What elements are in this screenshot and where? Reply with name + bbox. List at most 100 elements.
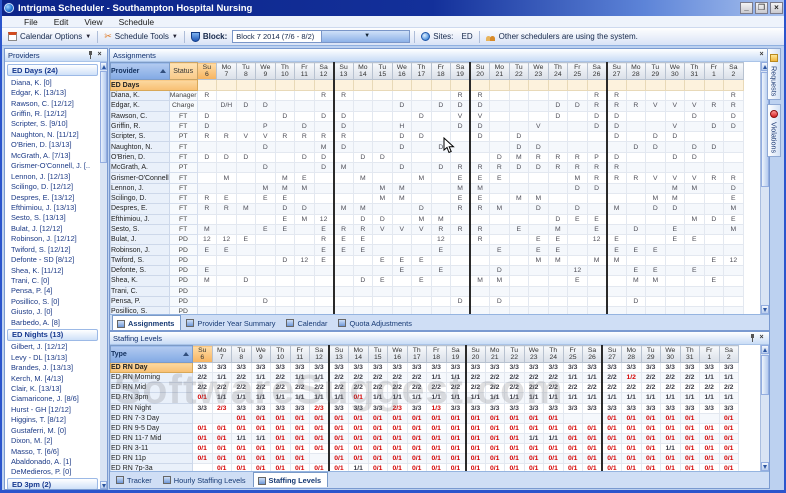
assignment-cell[interactable]: D xyxy=(664,151,686,164)
assignment-cell[interactable] xyxy=(528,295,549,308)
assignment-cell[interactable] xyxy=(489,141,510,153)
staffing-cell[interactable]: 0/1 xyxy=(601,412,622,424)
staffing-type-cell[interactable]: ED RN Morning xyxy=(110,372,193,384)
assignment-cell[interactable]: M xyxy=(469,182,491,194)
assignment-cell[interactable]: R xyxy=(313,89,335,102)
staffing-type-cell[interactable]: ED RN Day xyxy=(110,361,193,374)
side-tab-requests[interactable]: Requests xyxy=(767,48,781,101)
assignment-cell[interactable]: E xyxy=(255,192,276,205)
staffing-cell[interactable]: 0/1 xyxy=(699,432,720,445)
assignment-cell[interactable] xyxy=(216,265,237,277)
staffing-cell[interactable]: 2/2 xyxy=(582,382,603,394)
staffing-cell[interactable]: 0/1 xyxy=(309,412,330,424)
staffing-cell[interactable]: 3/3 xyxy=(406,402,427,414)
group-row-cell[interactable] xyxy=(313,79,335,91)
day-column-header[interactable]: Su 27 xyxy=(601,345,622,363)
assignment-cell[interactable] xyxy=(313,285,335,297)
assignment-cell[interactable] xyxy=(508,285,530,297)
assignment-cell[interactable]: E xyxy=(216,244,237,256)
staffing-cell[interactable]: 0/1 xyxy=(621,453,642,465)
assignment-cell[interactable]: D xyxy=(586,182,608,194)
assignment-cell[interactable]: D xyxy=(196,110,218,122)
staffing-cell[interactable]: 2/2 xyxy=(640,382,661,394)
assignment-cell[interactable] xyxy=(723,265,744,277)
staffing-cell[interactable]: 3/3 xyxy=(289,361,310,374)
assignment-cell[interactable] xyxy=(586,275,608,287)
assignment-cell[interactable] xyxy=(469,265,491,277)
assignment-cell[interactable] xyxy=(703,244,725,256)
assignment-cell[interactable] xyxy=(625,192,647,205)
provider-list-item[interactable]: Lennon, J. [12/13] xyxy=(5,171,100,181)
staffing-cell[interactable]: 2/2 xyxy=(621,382,642,394)
assignment-cell[interactable]: R xyxy=(469,223,491,236)
assignment-cell[interactable]: V xyxy=(664,100,686,112)
staffing-cell[interactable]: 0/1 xyxy=(660,422,681,434)
staffing-type-cell[interactable]: ED RN 9-5 Day xyxy=(110,422,193,434)
assignment-cell[interactable] xyxy=(235,141,257,153)
staffing-cell[interactable]: 0/1 xyxy=(445,463,467,471)
staffing-cell[interactable]: 0/1 xyxy=(523,453,544,465)
assignment-cell[interactable]: M xyxy=(372,192,393,205)
staffing-cell[interactable]: 1/1 xyxy=(660,443,681,455)
assignment-cell[interactable] xyxy=(528,131,549,143)
day-column-header[interactable]: Fr 11 xyxy=(289,345,310,363)
staffing-cell[interactable]: 3/3 xyxy=(718,402,739,414)
assignment-cell[interactable] xyxy=(703,265,725,277)
assignment-cell[interactable] xyxy=(216,162,237,174)
assignment-cell[interactable] xyxy=(645,110,666,122)
assignment-cell[interactable] xyxy=(294,306,315,314)
staffing-type-cell[interactable]: ED RN 11-7 Mid xyxy=(110,432,193,445)
staffing-cell[interactable]: 0/1 xyxy=(484,453,505,465)
staffing-cell[interactable]: 0/1 xyxy=(289,412,310,424)
assignment-cell[interactable]: R xyxy=(333,89,354,102)
staffing-cell[interactable]: 0/1 xyxy=(621,412,642,424)
staffing-cell[interactable]: 0/1 xyxy=(309,443,330,455)
group-row-cell[interactable] xyxy=(255,79,276,91)
assignment-cell[interactable]: D xyxy=(684,141,705,153)
assignment-cell[interactable] xyxy=(333,275,354,287)
provider-name-cell[interactable]: Sesto, S. xyxy=(110,223,170,236)
assignment-cell[interactable] xyxy=(625,120,647,133)
assignment-cell[interactable]: R xyxy=(606,89,627,102)
day-column-header[interactable]: Fr 1 xyxy=(699,345,720,363)
provider-list-item[interactable]: Naughton, N. [11/12] xyxy=(5,129,100,139)
assignment-cell[interactable] xyxy=(645,182,666,194)
assignment-cell[interactable] xyxy=(411,89,432,102)
group-row-cell[interactable] xyxy=(391,79,413,91)
provider-column-header[interactable]: Provider xyxy=(110,62,170,80)
staffing-cell[interactable]: 0/1 xyxy=(601,432,622,445)
staffing-cell[interactable]: 3/3 xyxy=(679,402,700,414)
assignment-cell[interactable]: D xyxy=(274,110,296,122)
assignment-cell[interactable]: R xyxy=(723,100,744,112)
staffing-cell[interactable]: 0/1 xyxy=(484,422,505,434)
staffing-cell[interactable]: 1/1 xyxy=(562,392,583,404)
assignment-cell[interactable] xyxy=(430,295,452,308)
assignment-cell[interactable] xyxy=(411,234,432,246)
assignment-cell[interactable]: D xyxy=(528,162,549,174)
assignment-cell[interactable] xyxy=(294,89,315,102)
assignment-cell[interactable]: D xyxy=(489,151,510,164)
staffing-cell[interactable]: 1/1 xyxy=(523,392,544,404)
assignment-cell[interactable] xyxy=(723,275,744,287)
staffing-cell[interactable]: 3/3 xyxy=(679,361,700,374)
staffing-cell[interactable]: 0/1 xyxy=(601,422,622,434)
assignment-cell[interactable] xyxy=(352,89,374,102)
assignment-cell[interactable]: R xyxy=(703,100,725,112)
staffing-cell[interactable]: 0/1 xyxy=(718,422,739,434)
assignment-cell[interactable]: E xyxy=(450,192,472,205)
staffing-cell[interactable]: 3/3 xyxy=(484,361,505,374)
menu-file[interactable]: File xyxy=(16,17,46,27)
tab-provider-year-summary[interactable]: Provider Year Summary xyxy=(182,315,281,330)
staffing-cell[interactable]: 3/3 xyxy=(621,402,642,414)
staffing-cell[interactable]: 0/1 xyxy=(699,422,720,434)
staffing-cell[interactable]: 3/3 xyxy=(718,361,739,374)
scroll-up-icon[interactable] xyxy=(100,62,107,70)
assignment-cell[interactable] xyxy=(196,213,218,225)
staffing-cell[interactable]: 1/1 xyxy=(543,392,564,404)
assignment-cell[interactable] xyxy=(274,234,296,246)
provider-status-cell[interactable]: PD xyxy=(168,244,198,256)
assignment-cell[interactable]: D xyxy=(723,110,744,122)
assignment-cell[interactable]: 12 xyxy=(586,234,608,246)
assignment-cell[interactable]: D xyxy=(625,295,647,308)
assignment-cell[interactable]: E xyxy=(352,234,374,246)
